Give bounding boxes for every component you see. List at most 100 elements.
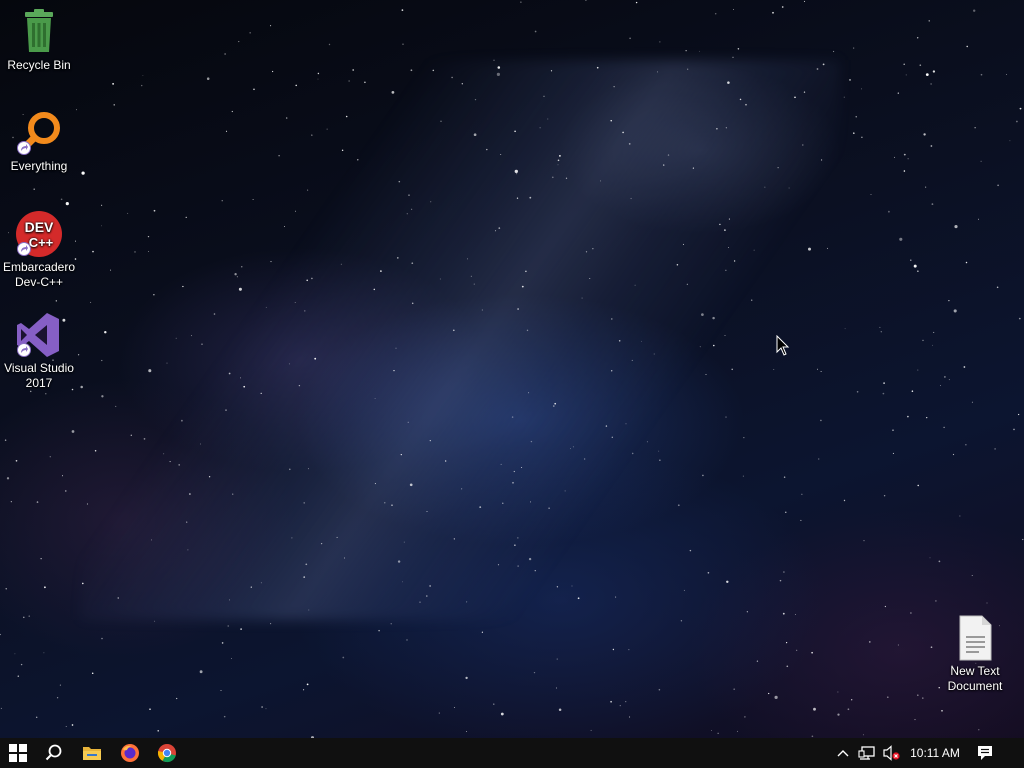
star xyxy=(932,344,933,346)
star xyxy=(228,599,231,601)
star xyxy=(512,481,514,484)
desktop-icon-everything[interactable]: Everything xyxy=(1,109,77,174)
star xyxy=(148,250,150,252)
star xyxy=(77,354,80,356)
star xyxy=(153,294,155,296)
star xyxy=(724,335,726,337)
star xyxy=(101,225,102,227)
star xyxy=(278,155,280,157)
star xyxy=(461,488,463,490)
star xyxy=(948,300,950,302)
taskbar-chrome[interactable] xyxy=(149,738,185,768)
star xyxy=(141,84,143,87)
star xyxy=(883,382,885,384)
desktop-wallpaper[interactable]: Recycle Bin Everything DEV C++ Embarcade… xyxy=(0,0,1024,738)
star xyxy=(43,652,45,654)
star xyxy=(930,83,932,85)
taskbar-firefox[interactable] xyxy=(112,738,148,768)
star xyxy=(585,0,587,1)
star xyxy=(629,37,631,40)
star xyxy=(28,615,30,617)
star xyxy=(252,198,254,201)
star xyxy=(774,695,778,700)
star xyxy=(390,623,392,625)
star xyxy=(344,557,345,559)
star xyxy=(411,208,413,210)
star xyxy=(187,549,189,551)
star xyxy=(692,167,694,169)
star xyxy=(543,95,545,97)
star xyxy=(565,177,568,179)
star xyxy=(916,37,919,39)
star xyxy=(112,83,114,85)
star xyxy=(513,470,515,473)
star xyxy=(352,69,355,71)
star xyxy=(265,306,267,308)
star xyxy=(1017,413,1020,416)
star xyxy=(403,541,405,543)
star xyxy=(641,340,643,342)
star xyxy=(719,223,721,226)
star xyxy=(500,463,502,465)
desktop-icon-new-text-document[interactable]: New Text Document xyxy=(937,614,1013,694)
star xyxy=(728,247,730,249)
taskbar-file-explorer[interactable] xyxy=(74,738,110,768)
star xyxy=(973,9,976,12)
start-button[interactable] xyxy=(0,738,36,768)
star xyxy=(221,200,223,202)
star xyxy=(853,47,855,49)
star xyxy=(744,716,746,718)
star xyxy=(178,464,181,466)
star xyxy=(1019,107,1022,110)
star xyxy=(783,476,786,478)
desktop-icon-dev-cpp[interactable]: DEV C++ Embarcadero Dev-C++ xyxy=(1,210,77,290)
action-center-button[interactable] xyxy=(972,738,998,768)
star xyxy=(284,226,285,227)
star xyxy=(253,88,255,91)
star xyxy=(917,694,919,696)
star xyxy=(742,475,744,477)
star xyxy=(592,248,594,250)
search-button[interactable] xyxy=(36,738,72,768)
star xyxy=(473,283,475,285)
star xyxy=(922,339,924,342)
star xyxy=(239,377,242,379)
star xyxy=(236,276,238,278)
star xyxy=(220,690,222,691)
network-tray-button[interactable] xyxy=(856,738,878,768)
star xyxy=(117,597,119,599)
dev-cpp-icon-text-top: DEV xyxy=(25,219,54,235)
dev-cpp-icon-text-bottom: C++ xyxy=(29,235,54,250)
taskbar-clock[interactable]: 10:11 AM xyxy=(906,738,964,768)
star xyxy=(33,188,35,190)
star xyxy=(530,501,531,503)
star xyxy=(919,64,922,66)
star xyxy=(728,218,730,220)
volume-tray-button[interactable] xyxy=(880,738,902,768)
star xyxy=(470,275,472,277)
star xyxy=(221,642,224,644)
star xyxy=(929,557,931,559)
star xyxy=(886,696,889,699)
star xyxy=(702,474,704,477)
desktop-icon-visual-studio[interactable]: Visual Studio 2017 xyxy=(1,311,77,391)
star xyxy=(101,395,104,398)
star xyxy=(36,501,39,503)
star xyxy=(55,300,57,302)
star xyxy=(844,328,846,330)
star xyxy=(374,483,376,485)
star xyxy=(914,719,916,721)
star xyxy=(342,656,345,659)
star xyxy=(514,169,518,174)
star xyxy=(517,308,519,310)
file-explorer-icon xyxy=(83,747,101,760)
action-center-icon xyxy=(978,746,992,760)
show-hidden-icons-button[interactable] xyxy=(834,738,852,768)
desktop-icon-recycle-bin[interactable]: Recycle Bin xyxy=(1,8,77,73)
star xyxy=(868,641,871,643)
star xyxy=(429,585,431,587)
star xyxy=(529,196,532,199)
star xyxy=(307,189,309,191)
star xyxy=(768,692,770,695)
star xyxy=(1013,428,1015,431)
